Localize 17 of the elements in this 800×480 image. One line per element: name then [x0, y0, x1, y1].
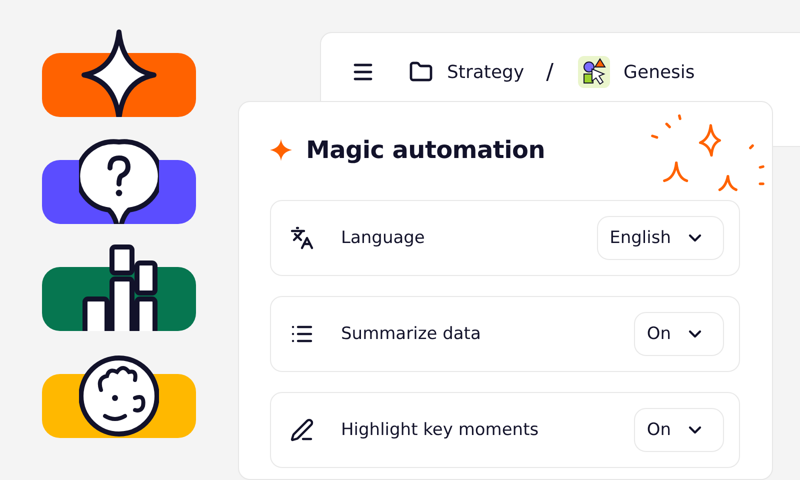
folder-icon [409, 60, 433, 84]
breadcrumb-separator: / [546, 58, 554, 86]
breadcrumb-link[interactable]: Genesis [624, 62, 695, 82]
setting-label: Highlight key moments [341, 420, 540, 440]
sparkle-icon [79, 29, 159, 117]
setting-dropdown[interactable]: On [634, 408, 724, 452]
pen-icon [290, 418, 314, 442]
translate-icon [290, 226, 314, 250]
setting-dropdown[interactable]: On [634, 312, 724, 356]
shapes-icon [578, 56, 610, 88]
setting-label: Summarize data [341, 324, 482, 344]
setting-dropdown[interactable]: English [596, 216, 724, 260]
panel-title: Magic automation [306, 136, 545, 164]
breadcrumb-link[interactable]: Strategy [447, 62, 524, 82]
speech-bubble-icon [79, 136, 159, 224]
sparkle-icon [270, 138, 292, 161]
setting-label: Language [341, 228, 426, 248]
